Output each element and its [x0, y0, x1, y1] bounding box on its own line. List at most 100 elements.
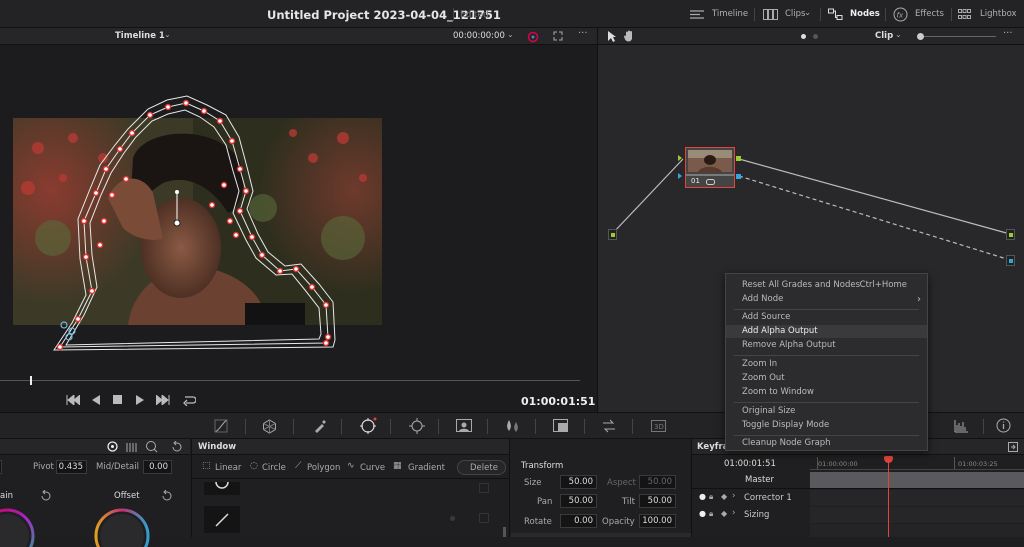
- menu-toggle-display-mode[interactable]: Toggle Display Mode: [726, 419, 927, 432]
- menu-add-alpha-output[interactable]: Add Alpha Output: [726, 325, 927, 338]
- opacity-field[interactable]: 100.00: [639, 514, 676, 528]
- tab-clips[interactable]: Clips ⌄: [763, 7, 815, 23]
- menu-zoom-out[interactable]: Zoom Out: [726, 372, 927, 385]
- primaries-bars-icon[interactable]: [126, 441, 138, 452]
- corrector-enable-icon[interactable]: ●: [699, 492, 706, 501]
- node-alpha-out[interactable]: [736, 174, 741, 179]
- playhead[interactable]: [30, 376, 32, 385]
- loop-icon[interactable]: [182, 394, 196, 406]
- tab-nodes[interactable]: Nodes: [828, 7, 880, 23]
- menu-zoom-to-window[interactable]: Zoom to Window: [726, 386, 927, 399]
- 3d-icon[interactable]: 3D: [651, 420, 666, 432]
- primaries-wheels-icon[interactable]: [107, 441, 118, 452]
- mode-chevron-icon[interactable]: ⌄: [895, 30, 902, 39]
- tab-timeline[interactable]: Timeline: [690, 7, 748, 23]
- stop-icon[interactable]: [113, 395, 123, 405]
- nodes-more-icon[interactable]: ···: [1003, 28, 1013, 39]
- corrector-lock-icon[interactable]: 🔒︎: [709, 492, 713, 502]
- tilt-field[interactable]: 50.00: [639, 494, 676, 508]
- window-shape-linear[interactable]: [204, 506, 240, 533]
- page-dot-active[interactable]: [801, 34, 806, 39]
- scopes-icon[interactable]: [954, 419, 969, 433]
- viewer-timecode[interactable]: 00:00:00:00: [453, 31, 505, 41]
- info-icon[interactable]: [996, 418, 1011, 433]
- alpha-output[interactable]: [1006, 255, 1015, 266]
- jump-start-icon[interactable]: [66, 395, 80, 405]
- menu-add-node[interactable]: Add Node ›: [726, 293, 927, 306]
- color-picker-icon[interactable]: [527, 31, 539, 43]
- timeline-chevron-icon[interactable]: ⌄: [164, 30, 171, 39]
- gradient-window-button[interactable]: ▦ Gradient: [393, 461, 449, 474]
- pointer-icon[interactable]: [607, 31, 616, 42]
- magic-mask-icon[interactable]: [456, 419, 472, 432]
- menu-reset-all-grades[interactable]: Reset All Grades and Nodes Ctrl+Home: [726, 279, 927, 292]
- curve-window-button[interactable]: ∿ Curve: [347, 461, 391, 474]
- curves-icon[interactable]: [214, 419, 228, 433]
- circle-window-button[interactable]: ◌ Circle: [250, 461, 296, 474]
- keyframe-playhead[interactable]: [888, 461, 889, 537]
- track-master[interactable]: Master: [692, 472, 810, 488]
- corrector-keyframe-icon[interactable]: ◆: [721, 492, 727, 501]
- play-icon[interactable]: [136, 395, 144, 405]
- node-alpha-in[interactable]: [678, 173, 682, 179]
- play-reverse-icon[interactable]: [92, 395, 100, 405]
- node-rgb-out[interactable]: [736, 156, 741, 161]
- rgb-output[interactable]: [1006, 229, 1015, 240]
- scrubber-track[interactable]: [0, 380, 580, 381]
- timecode-chevron-icon[interactable]: ⌄: [507, 30, 514, 39]
- menu-cleanup-node-graph[interactable]: Cleanup Node Graph: [726, 437, 927, 450]
- node-01[interactable]: 01: [685, 147, 735, 188]
- reset-gain-icon[interactable]: [40, 490, 51, 501]
- tab-lightbox[interactable]: Lightbox: [958, 7, 1020, 23]
- reset-offset-icon[interactable]: [161, 490, 172, 501]
- source-input[interactable]: [608, 229, 617, 240]
- rotate-field[interactable]: 0.00: [560, 514, 597, 528]
- linear-window-button[interactable]: ⬚ Linear: [202, 461, 250, 474]
- master-track-bar[interactable]: [810, 472, 1024, 488]
- window-toggle-2[interactable]: [479, 513, 489, 523]
- timeline-name[interactable]: Timeline 1: [115, 31, 165, 41]
- node-rgb-in[interactable]: [678, 155, 682, 161]
- viewer-more-icon[interactable]: ···: [578, 28, 588, 39]
- zoom-slider-handle[interactable]: [917, 33, 924, 40]
- blur-icon[interactable]: [505, 419, 520, 433]
- window-toggle-1[interactable]: [479, 483, 489, 493]
- contrast-field[interactable]: [0, 460, 2, 474]
- menu-remove-alpha-output[interactable]: Remove Alpha Output: [726, 339, 927, 352]
- page-dot[interactable]: [813, 34, 818, 39]
- qualifier-icon[interactable]: [313, 419, 327, 433]
- menu-original-size[interactable]: Original Size: [726, 405, 927, 418]
- menu-zoom-in[interactable]: Zoom In: [726, 358, 927, 371]
- sizing-expand-icon[interactable]: ›: [732, 508, 735, 518]
- gain-wheel[interactable]: [0, 507, 36, 547]
- log-wheels-icon[interactable]: [145, 440, 158, 453]
- window-shape-circle[interactable]: [204, 482, 240, 495]
- viewer[interactable]: [0, 45, 597, 370]
- color-warper-icon[interactable]: [262, 419, 277, 434]
- hand-icon[interactable]: [623, 30, 635, 42]
- corrector-expand-icon[interactable]: ›: [732, 491, 735, 501]
- size-field[interactable]: 50.00: [560, 475, 597, 489]
- sizing-icon[interactable]: [601, 418, 617, 434]
- fullscreen-icon[interactable]: [553, 31, 563, 41]
- offset-wheel[interactable]: [93, 507, 151, 547]
- window-tool-icon[interactable]: [358, 417, 378, 435]
- sizing-lock-icon[interactable]: 🔒︎: [709, 509, 713, 519]
- sizing-keyframe-icon[interactable]: ◆: [721, 509, 727, 518]
- track-corrector-1[interactable]: ● 🔒︎ ◆ › Corrector 1: [692, 490, 810, 506]
- track-sizing[interactable]: ● 🔒︎ ◆ › Sizing: [692, 507, 810, 523]
- pivot-field[interactable]: 0.435: [56, 460, 87, 474]
- jump-end-icon[interactable]: [156, 395, 170, 405]
- polygon-window-button[interactable]: ⟋ Polygon: [295, 461, 346, 474]
- polygon-mask[interactable]: [0, 45, 597, 370]
- mid-detail-field[interactable]: 0.00: [143, 460, 172, 474]
- delete-window-button[interactable]: Delete: [457, 460, 506, 475]
- window-dot-2[interactable]: [450, 516, 455, 521]
- window-scrollbar[interactable]: [503, 527, 506, 537]
- aspect-field[interactable]: 50.00: [639, 475, 676, 489]
- sizing-enable-icon[interactable]: ●: [699, 509, 706, 518]
- zoom-slider[interactable]: [920, 36, 996, 37]
- tracker-icon[interactable]: [409, 418, 425, 434]
- tab-effects[interactable]: fx Effects: [893, 7, 948, 23]
- reset-primaries-icon[interactable]: [171, 441, 182, 452]
